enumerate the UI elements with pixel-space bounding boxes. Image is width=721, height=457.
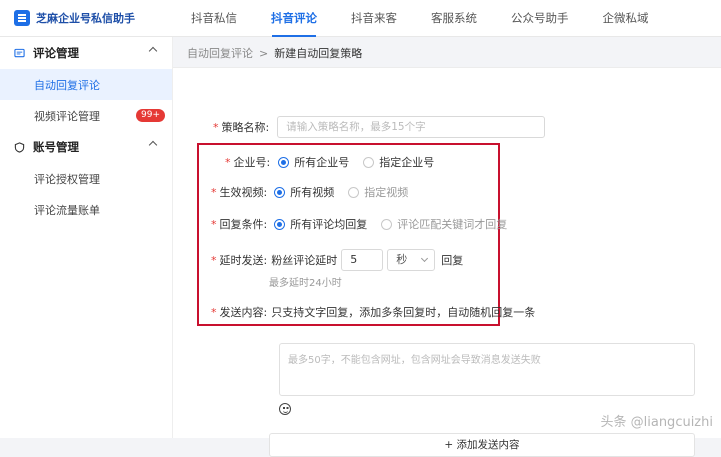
- chevron-up-icon: [149, 141, 157, 149]
- content-row: * 发送内容: 只支持文字回复，添加多条回复时，自动随机回复一条: [211, 304, 535, 320]
- sidebar-group-label: 评论管理: [33, 45, 79, 61]
- sidebar-item-comment-auth[interactable]: 评论授权管理: [0, 163, 172, 194]
- content-label: 发送内容:: [220, 304, 268, 320]
- delay-row: * 延时发送: 粉丝评论延时 5 秒 回复: [211, 249, 463, 271]
- radio-label: 评论匹配关键词才回复: [397, 216, 507, 232]
- sidebar-group-label: 账号管理: [33, 139, 79, 155]
- chevron-down-icon: [421, 255, 428, 262]
- required-mark: *: [213, 121, 219, 134]
- radio-checked-icon: [278, 157, 289, 168]
- condition-label: 回复条件:: [220, 216, 268, 232]
- delay-suffix: 回复: [441, 252, 463, 268]
- radio-reply-all[interactable]: 所有评论均回复: [274, 216, 367, 232]
- required-mark: *: [211, 306, 217, 319]
- delay-value-input[interactable]: 5: [341, 249, 383, 271]
- sidebar-group-account-management[interactable]: 账号管理: [0, 131, 172, 163]
- watermark: 头条 @liangcuizhi: [601, 411, 714, 430]
- breadcrumb-current: 新建自动回复策略: [274, 47, 362, 60]
- account-row: * 企业号: 所有企业号 指定企业号: [225, 154, 448, 170]
- breadcrumb: 自动回复评论 > 新建自动回复策略: [187, 45, 362, 61]
- condition-row: * 回复条件: 所有评论均回复 评论匹配关键词才回复: [211, 216, 521, 232]
- radio-checked-icon: [274, 219, 285, 230]
- form-panel: * 策略名称: 请输入策略名称，最多15个字 * 企业号: 所有企业号 指定企业…: [173, 68, 721, 438]
- delay-prefix: 粉丝评论延时: [271, 252, 337, 268]
- radio-checked-icon: [274, 187, 285, 198]
- required-mark: *: [211, 254, 217, 267]
- radio-reply-keyword[interactable]: 评论匹配关键词才回复: [381, 216, 507, 232]
- radio-unchecked-icon: [381, 219, 392, 230]
- breadcrumb-separator: >: [259, 47, 268, 60]
- policy-name-row: * 策略名称: 请输入策略名称，最多15个字: [213, 116, 545, 138]
- radio-specific-accounts[interactable]: 指定企业号: [363, 154, 434, 170]
- breadcrumb-parent[interactable]: 自动回复评论: [187, 47, 253, 60]
- radio-all-videos[interactable]: 所有视频: [274, 184, 334, 200]
- video-row: * 生效视频: 所有视频 指定视频: [211, 184, 422, 200]
- radio-unchecked-icon: [363, 157, 374, 168]
- top-nav: 抖音私信 抖音评论 抖音来客 客服系统 公众号助手 企微私域: [180, 0, 672, 37]
- nav-tab-official-account[interactable]: 公众号助手: [500, 0, 580, 37]
- content-description: 只支持文字回复，添加多条回复时，自动随机回复一条: [271, 304, 535, 320]
- nav-tab-douyin-comment[interactable]: 抖音评论: [260, 0, 328, 37]
- sidebar-item-video-comments[interactable]: 视频评论管理 99+: [0, 100, 172, 131]
- emoji-icon[interactable]: [279, 403, 291, 415]
- required-mark: *: [225, 156, 231, 169]
- policy-name-input[interactable]: 请输入策略名称，最多15个字: [277, 116, 545, 138]
- radio-label: 所有视频: [290, 184, 334, 200]
- nav-tab-customer-service[interactable]: 客服系统: [420, 0, 488, 37]
- nav-tab-wecom-private[interactable]: 企微私域: [592, 0, 660, 37]
- nav-tab-douyin-laike[interactable]: 抖音来客: [340, 0, 408, 37]
- required-mark: *: [211, 218, 217, 231]
- delay-unit-value: 秒: [396, 253, 407, 266]
- nav-tab-douyin-dm[interactable]: 抖音私信: [180, 0, 248, 37]
- brand-logo[interactable]: 芝麻企业号私信助手: [14, 10, 135, 26]
- reply-content-textarea[interactable]: 最多50字，不能包含网址，包含网址会导致消息发送失败: [279, 343, 695, 396]
- required-mark: *: [211, 186, 217, 199]
- shield-icon: [14, 142, 25, 153]
- video-label: 生效视频:: [220, 184, 268, 200]
- radio-unchecked-icon: [348, 187, 359, 198]
- radio-label: 指定企业号: [379, 154, 434, 170]
- sidebar-item-comment-billing[interactable]: 评论流量账单: [0, 194, 172, 225]
- delay-unit-select[interactable]: 秒: [387, 249, 435, 271]
- sidebar-item-auto-reply[interactable]: 自动回复评论: [0, 69, 172, 100]
- main-content: 自动回复评论 > 新建自动回复策略 * 策略名称: 请输入策略名称，最多15个字 *…: [173, 37, 721, 438]
- brand-name: 芝麻企业号私信助手: [36, 10, 135, 26]
- comment-icon: [14, 48, 25, 59]
- count-badge: 99+: [136, 109, 165, 122]
- radio-label: 指定视频: [364, 184, 408, 200]
- radio-label: 所有评论均回复: [290, 216, 367, 232]
- delay-hint: 最多延时24小时: [269, 274, 342, 289]
- top-bar: 芝麻企业号私信助手 抖音私信 抖音评论 抖音来客 客服系统 公众号助手 企微私域: [0, 0, 721, 37]
- account-label: 企业号:: [234, 154, 271, 170]
- radio-all-accounts[interactable]: 所有企业号: [278, 154, 349, 170]
- delay-label: 延时发送:: [220, 252, 268, 268]
- brand-logo-icon: [14, 10, 30, 26]
- add-content-button[interactable]: + 添加发送内容: [269, 433, 695, 457]
- sidebar-group-comment-management[interactable]: 评论管理: [0, 37, 172, 69]
- sidebar: 评论管理 自动回复评论 视频评论管理 99+ 账号管理 评论授权管理 评论流量账…: [0, 37, 173, 438]
- highlight-box: [197, 143, 500, 326]
- radio-label: 所有企业号: [294, 154, 349, 170]
- policy-name-label: 策略名称:: [222, 119, 270, 135]
- radio-specific-videos[interactable]: 指定视频: [348, 184, 408, 200]
- sidebar-item-label: 视频评论管理: [34, 108, 100, 124]
- chevron-up-icon: [149, 47, 157, 55]
